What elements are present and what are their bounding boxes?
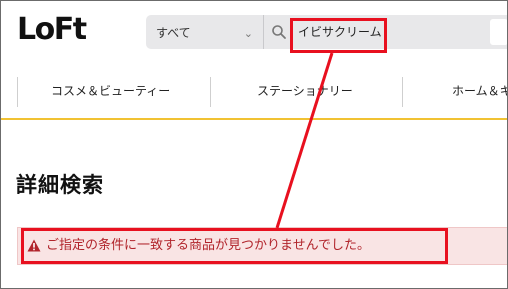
nav-item-cosme-beauty[interactable]: コスメ＆ビューティー: [51, 75, 170, 108]
nav-divider: [210, 77, 211, 107]
page-frame: LoFt すべて ⌄ イビサクリーム コスメ＆ビューティー ステーショナリー ホ…: [0, 0, 508, 289]
nav-divider: [402, 77, 403, 107]
search-icon[interactable]: [271, 24, 287, 40]
nav-item-stationery[interactable]: ステーショナリー: [257, 75, 353, 108]
category-nav: コスメ＆ビューティー ステーショナリー ホーム＆キ: [1, 75, 507, 108]
nav-accent-rule: [1, 118, 507, 120]
category-select-value: すべて: [156, 25, 191, 40]
category-select[interactable]: すべて ⌄: [146, 15, 264, 49]
alert-highlight: [21, 228, 448, 264]
chevron-down-icon: ⌄: [243, 26, 253, 40]
loft-logo[interactable]: LoFt: [17, 15, 87, 45]
search-query-highlight: [290, 18, 387, 53]
nav-divider: [17, 77, 18, 107]
search-submit-button[interactable]: [490, 19, 507, 45]
page-title: 詳細検索: [16, 173, 104, 197]
nav-item-home-kitchen[interactable]: ホーム＆キ: [452, 75, 507, 108]
